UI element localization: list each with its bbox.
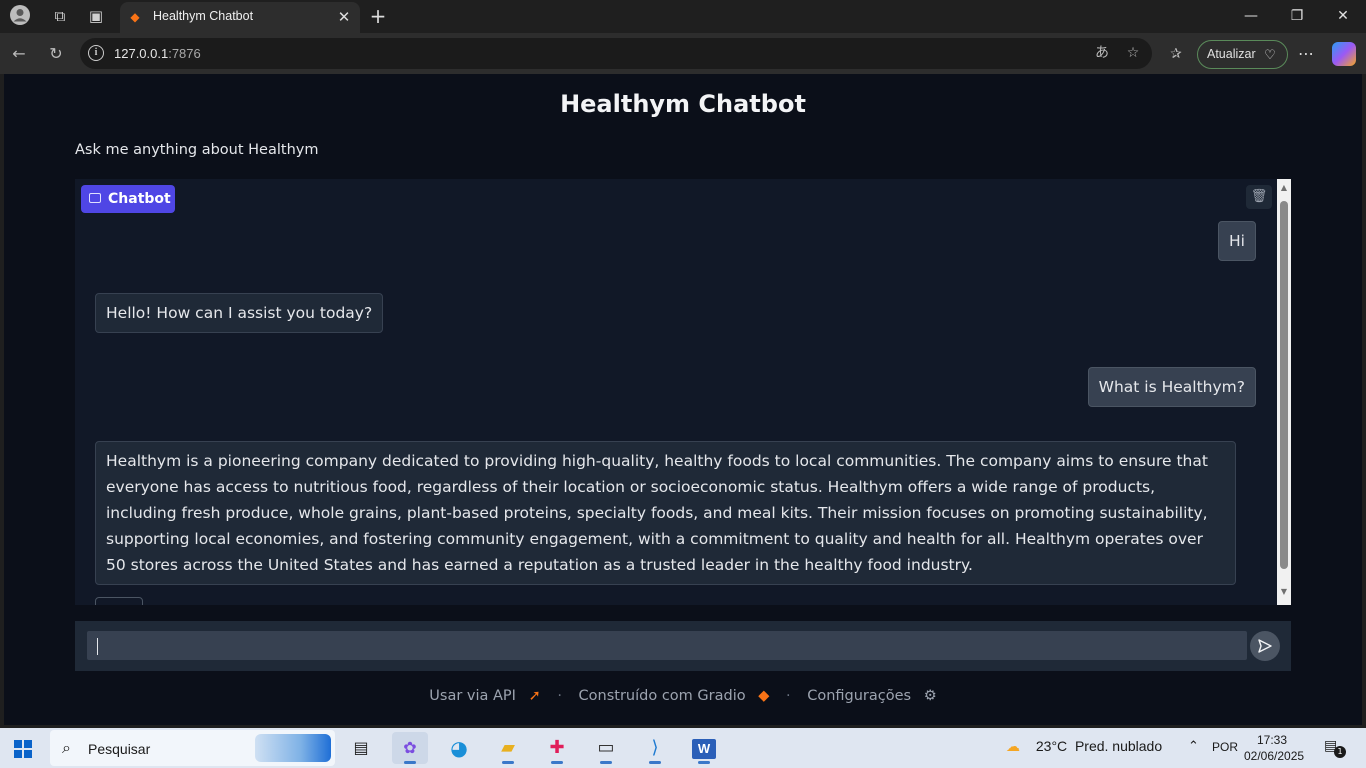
back-arrow-icon[interactable]: ←	[6, 41, 32, 67]
url-text[interactable]: 127.0.0.1:7876	[114, 46, 201, 61]
weather-widget[interactable]: ☁ 23°C Pred. nublado	[1006, 738, 1162, 755]
favorite-star-icon[interactable]: ☆	[1123, 43, 1143, 63]
partly-cloudy-icon: ☁	[1006, 738, 1020, 754]
use-api-link[interactable]: Usar via API ➚	[425, 688, 544, 704]
chatbot-panel: Chatbot 🗑 Hi Hello! How can I assist you…	[75, 179, 1291, 605]
bot-message: Hello! How can I assist you today?	[95, 293, 384, 333]
tray-chevron-up-icon[interactable]: ⌃	[1188, 738, 1199, 754]
clear-chat-button[interactable]: 🗑	[1246, 185, 1272, 209]
update-heart-icon: ♡	[1264, 47, 1276, 62]
search-highlight-image	[255, 734, 331, 762]
message-actions[interactable]	[95, 597, 143, 605]
vscode-icon[interactable]: ⟩	[637, 732, 673, 764]
address-bar[interactable]: i 127.0.0.1:7876 あ ☆	[80, 38, 1152, 69]
gradio-logo-icon: ◆	[758, 688, 770, 704]
windows-start-icon[interactable]	[14, 740, 32, 758]
message-input-panel	[75, 621, 1291, 671]
taskbar-clock[interactable]: 17:33 02/06/2025	[1244, 732, 1304, 764]
settings-link[interactable]: Configurações ⚙	[803, 688, 941, 704]
user-message: Hi	[1218, 221, 1256, 261]
chat-scrollbar[interactable]: ▲ ▼	[1277, 179, 1291, 605]
scroll-down-arrow-icon[interactable]: ▼	[1277, 585, 1291, 599]
page-title: Healthym Chatbot	[560, 90, 806, 118]
new-tab-button[interactable]: +	[367, 3, 389, 29]
gradio-favicon-icon: ◆	[130, 10, 140, 24]
user-message: What is Healthym?	[1087, 367, 1256, 407]
read-aloud-icon[interactable]: あ	[1092, 43, 1112, 63]
restore-button[interactable]: ❐	[1274, 2, 1320, 30]
copilot-app-icon[interactable]: ✿	[392, 732, 428, 764]
workspaces-icon[interactable]: ⧉	[47, 4, 73, 28]
scroll-thumb[interactable]	[1280, 201, 1288, 569]
bot-message: Healthym is a pioneering company dedicat…	[95, 441, 1236, 585]
profile-icon[interactable]	[7, 4, 33, 28]
favorites-icon[interactable]: ✰	[1166, 44, 1186, 64]
task-view-icon[interactable]: ▤	[343, 732, 379, 764]
taskbar-search[interactable]: ⌕ Pesquisar	[50, 730, 335, 766]
refresh-icon[interactable]: ↻	[43, 41, 69, 67]
gradio-page: Healthym Chatbot Ask me anything about H…	[4, 74, 1362, 725]
built-with-gradio-link[interactable]: Construído com Gradio ◆	[575, 688, 774, 704]
scroll-up-arrow-icon[interactable]: ▲	[1277, 181, 1291, 195]
file-explorer-icon[interactable]: ▰	[490, 732, 526, 764]
rocket-icon: ➚	[528, 688, 541, 704]
message-input[interactable]	[87, 631, 1247, 660]
terminal-icon[interactable]: ▭	[588, 732, 624, 764]
text-cursor	[97, 638, 98, 655]
close-window-button[interactable]: ✕	[1320, 2, 1366, 30]
send-button[interactable]	[1250, 631, 1280, 661]
more-options-icon[interactable]: ⋯	[1294, 42, 1318, 66]
browser-toolbar: ← ↻ i 127.0.0.1:7876 あ ☆ ✰ Atualizar ♡ ⋯	[0, 33, 1366, 74]
tab-title: Healthym Chatbot	[153, 9, 254, 23]
gradio-footer: Usar via API ➚ · Construído com Gradio ◆…	[4, 688, 1362, 704]
slack-icon[interactable]: ✚	[539, 732, 575, 764]
notifications-icon[interactable]: ▤ 1	[1324, 738, 1346, 758]
page-description: Ask me anything about Healthym	[75, 142, 319, 158]
site-info-icon[interactable]: i	[88, 45, 104, 61]
gear-icon: ⚙	[923, 688, 937, 704]
edge-browser-icon[interactable]: ◕	[441, 732, 477, 764]
browser-tabbar: ⧉ ▣ ◆ Healthym Chatbot ✕ + — ❐ ✕	[0, 0, 1366, 33]
windows-taskbar: ⌕ Pesquisar ▤ ✿ ◕ ▰ ✚ ▭ ⟩ W ☁ 23°C Pred.…	[0, 728, 1366, 768]
minimize-button[interactable]: —	[1228, 2, 1274, 30]
input-language[interactable]: POR	[1212, 740, 1238, 754]
browser-tab-active[interactable]: ◆ Healthym Chatbot ✕	[120, 2, 360, 33]
search-icon: ⌕	[62, 738, 71, 757]
vertical-tabs-icon[interactable]: ▣	[83, 4, 109, 28]
word-icon[interactable]: W	[686, 732, 722, 764]
chat-bubble-icon	[89, 193, 101, 203]
close-tab-icon[interactable]: ✕	[334, 7, 354, 27]
update-button[interactable]: Atualizar ♡	[1197, 40, 1288, 69]
copilot-icon[interactable]	[1332, 42, 1356, 66]
chatbot-label: Chatbot	[81, 185, 175, 213]
